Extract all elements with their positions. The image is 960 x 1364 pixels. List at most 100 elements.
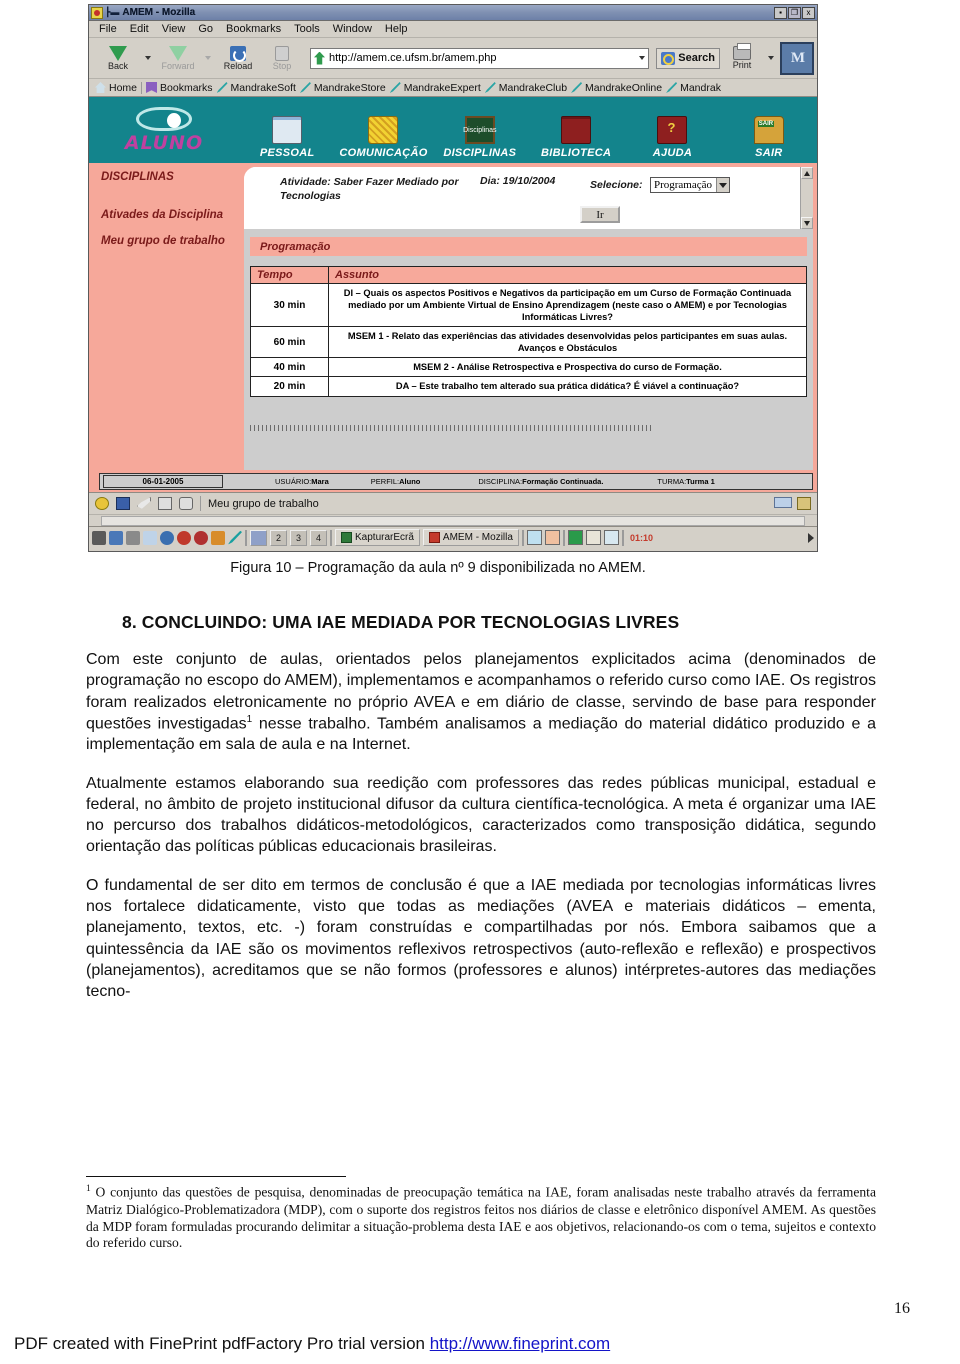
tray-notes-icon[interactable] xyxy=(585,530,601,545)
nav-item-pessoal[interactable]: PESSOAL xyxy=(239,101,335,159)
bookmark-mandrakeclub[interactable]: MandrakeClub xyxy=(484,82,567,94)
status-connection-icon[interactable] xyxy=(774,497,792,508)
maximize-button[interactable]: ❐ xyxy=(788,6,801,19)
print-button[interactable]: Print xyxy=(722,43,762,70)
address-bar[interactable]: http://amem.ce.ufsm.br/amem.php xyxy=(310,47,650,69)
search-button[interactable]: Search xyxy=(656,47,720,69)
address-dropdown-icon[interactable] xyxy=(639,56,646,60)
back-arrow-icon xyxy=(109,45,127,61)
konqueror-icon[interactable] xyxy=(109,530,123,545)
scrollbar-track[interactable] xyxy=(101,515,805,526)
bookmark-mandrake-truncated[interactable]: Mandrak xyxy=(666,82,721,94)
taskbar-clock[interactable]: 01:10 xyxy=(630,533,653,543)
back-history-dropdown-icon[interactable] xyxy=(145,56,151,60)
bookmark-bookmarks[interactable]: Bookmarks xyxy=(146,82,213,94)
status-right-icons xyxy=(774,497,811,510)
taskbar-divider xyxy=(521,529,524,546)
browser-window-screenshot: ┣▬ AMEM - Mozilla ▪ ❐ x File Edit View G… xyxy=(88,4,818,552)
menu-window[interactable]: Window xyxy=(333,23,372,35)
bookmark-mandrakestore-label: MandrakeStore xyxy=(313,81,386,94)
window-title: AMEM - Mozilla xyxy=(122,7,196,18)
bookmark-mandrakesoft[interactable]: MandrakeSoft xyxy=(216,82,296,94)
status-usuario-label: USUÁRIO: xyxy=(275,477,312,486)
menu-bookmarks[interactable]: Bookmarks xyxy=(226,23,281,35)
activity-date: Dia: 19/10/2004 xyxy=(480,175,556,187)
taskbar-expand-arrow-icon[interactable] xyxy=(808,532,814,543)
nav-item-biblioteca[interactable]: BIBLIOTECA xyxy=(528,101,624,159)
nav-item-sair[interactable]: SAIR xyxy=(721,101,817,159)
taskbar-divider xyxy=(621,529,624,546)
desktop-2-button[interactable]: 2 xyxy=(270,529,287,546)
chevron-down-icon[interactable] xyxy=(716,178,730,192)
home-folder-icon[interactable] xyxy=(143,530,157,545)
menu-view[interactable]: View xyxy=(162,23,186,35)
select-group: Selecione: Programação xyxy=(590,175,731,193)
helpcenter-icon[interactable] xyxy=(177,530,191,545)
inner-vertical-scrollbar[interactable] xyxy=(800,167,813,229)
page-number: 16 xyxy=(894,1300,910,1317)
fineprint-link[interactable]: http://www.fineprint.com xyxy=(430,1334,610,1353)
status-turma-label: TURMA: xyxy=(657,477,687,486)
status-turma-value: Turma 1 xyxy=(686,477,715,486)
nav-pessoal-label: PESSOAL xyxy=(259,147,315,159)
stop-button[interactable]: Stop xyxy=(261,45,303,71)
kde-menu-icon[interactable] xyxy=(92,530,106,545)
amem-nav-items: PESSOAL COMUNICAÇÃO Disciplinas DISCIPLI… xyxy=(239,101,817,159)
programacao-select[interactable]: Programação xyxy=(649,177,731,193)
media-icon[interactable] xyxy=(194,530,208,545)
bookmark-mandrakeonline[interactable]: MandrakeOnline xyxy=(571,82,662,94)
tray-clipboard-icon[interactable] xyxy=(526,530,542,545)
nav-item-ajuda[interactable]: AJUDA xyxy=(624,101,720,159)
terminal-icon[interactable] xyxy=(126,530,140,545)
tray-power-icon[interactable] xyxy=(544,530,560,545)
package-icon[interactable] xyxy=(211,530,225,545)
forward-button[interactable]: Forward xyxy=(157,45,199,71)
ir-button[interactable]: Ir xyxy=(580,206,620,224)
table-header-row: Tempo Assunto xyxy=(250,266,807,284)
menu-help[interactable]: Help xyxy=(385,23,408,35)
close-button[interactable]: x xyxy=(802,6,815,19)
bookmark-home[interactable]: Home xyxy=(95,82,137,94)
menu-tools[interactable]: Tools xyxy=(294,23,320,35)
nav-item-disciplinas[interactable]: Disciplinas DISCIPLINAS xyxy=(432,101,528,159)
menu-file[interactable]: File xyxy=(99,23,117,35)
menu-go[interactable]: Go xyxy=(198,23,213,35)
taskbar-divider xyxy=(562,529,565,546)
bookmark-mandrakeexpert[interactable]: MandrakeExpert xyxy=(389,82,481,94)
menu-edit[interactable]: Edit xyxy=(130,23,149,35)
task-kapturarecra[interactable]: KapturarEcrã xyxy=(335,529,420,546)
status-composer-icon[interactable] xyxy=(179,497,193,510)
sidebar-item-atividades[interactable]: Ativades da Disciplina xyxy=(101,209,261,221)
globe-icon[interactable] xyxy=(160,530,174,545)
minimize-button[interactable]: ▪ xyxy=(774,6,787,19)
window-menu-icon[interactable]: ┣▬ xyxy=(105,7,119,18)
pen-icon xyxy=(484,82,496,93)
print-dropdown-icon[interactable] xyxy=(768,56,774,60)
status-addressbook-icon[interactable] xyxy=(158,497,172,510)
nav-item-comunicacao[interactable]: COMUNICAÇÃO xyxy=(335,101,431,159)
exit-door-icon xyxy=(753,116,784,144)
task-amem-mozilla[interactable]: AMEM - Mozilla xyxy=(422,529,519,546)
tray-network-icon[interactable] xyxy=(567,530,583,545)
reload-button[interactable]: Reload xyxy=(217,45,259,71)
editor-pen-icon[interactable] xyxy=(228,530,242,545)
sidebar-item-meu-grupo[interactable]: Meu grupo de trabalho xyxy=(101,235,261,247)
horizontal-scrollbar[interactable] xyxy=(89,514,817,526)
forward-history-dropdown-icon[interactable] xyxy=(205,56,211,60)
scroll-down-button[interactable] xyxy=(801,217,813,229)
status-compose-icon[interactable] xyxy=(137,497,151,509)
status-window-icon[interactable] xyxy=(116,497,130,510)
programacao-area: Programação Tempo Assunto 30 min DI – Qu… xyxy=(244,229,813,470)
status-gear-icon[interactable] xyxy=(95,497,109,510)
bookmark-mandrakestore[interactable]: MandrakeStore xyxy=(299,81,386,94)
tray-spreadsheet-icon[interactable] xyxy=(603,530,619,545)
desktop-4-button[interactable]: 4 xyxy=(310,529,327,546)
desktop-1-button[interactable] xyxy=(250,529,267,546)
back-button[interactable]: Back xyxy=(97,45,139,71)
pen-icon xyxy=(299,82,311,93)
desktop-3-button[interactable]: 3 xyxy=(290,529,307,546)
help-book-icon xyxy=(657,116,688,144)
scroll-up-button[interactable] xyxy=(801,167,813,179)
status-turma: TURMA:Turma 1 xyxy=(657,477,714,486)
status-security-lock-icon[interactable] xyxy=(797,497,811,510)
